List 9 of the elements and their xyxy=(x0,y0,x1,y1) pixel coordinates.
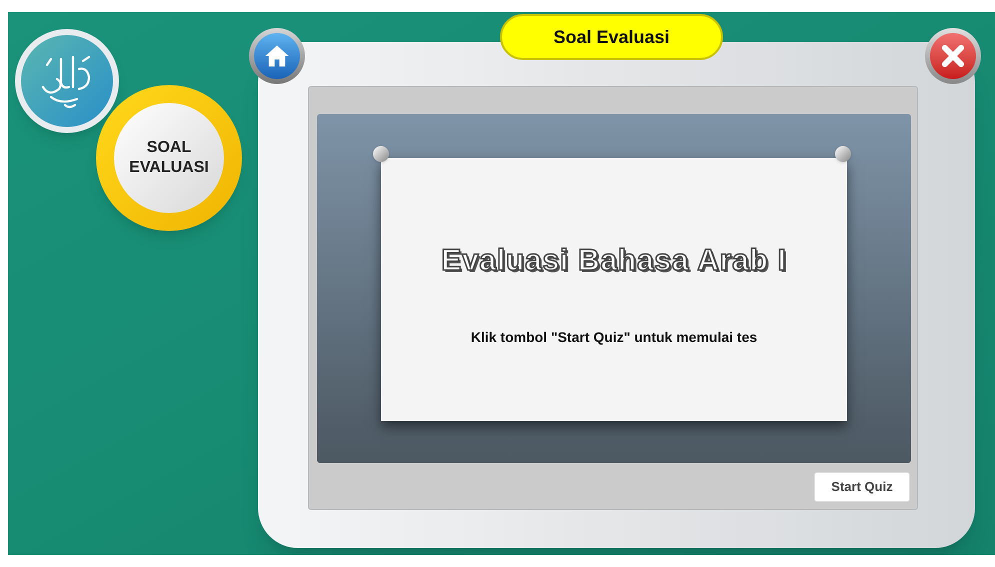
pin-icon xyxy=(373,146,389,162)
close-icon xyxy=(939,42,967,70)
start-quiz-button[interactable]: Start Quiz xyxy=(814,472,910,502)
title-pill: Soal Evaluasi xyxy=(500,14,723,60)
menu-badge-label: SOAL EVALUASI xyxy=(128,138,210,178)
slide-instruction: Klik tombol "Start Quiz" untuk memulai tes xyxy=(470,328,758,347)
pin-icon xyxy=(835,146,851,162)
menu-badge[interactable]: SOAL EVALUASI xyxy=(114,103,224,213)
slide-heading: Evaluasi Bahasa Arab I xyxy=(441,243,787,279)
